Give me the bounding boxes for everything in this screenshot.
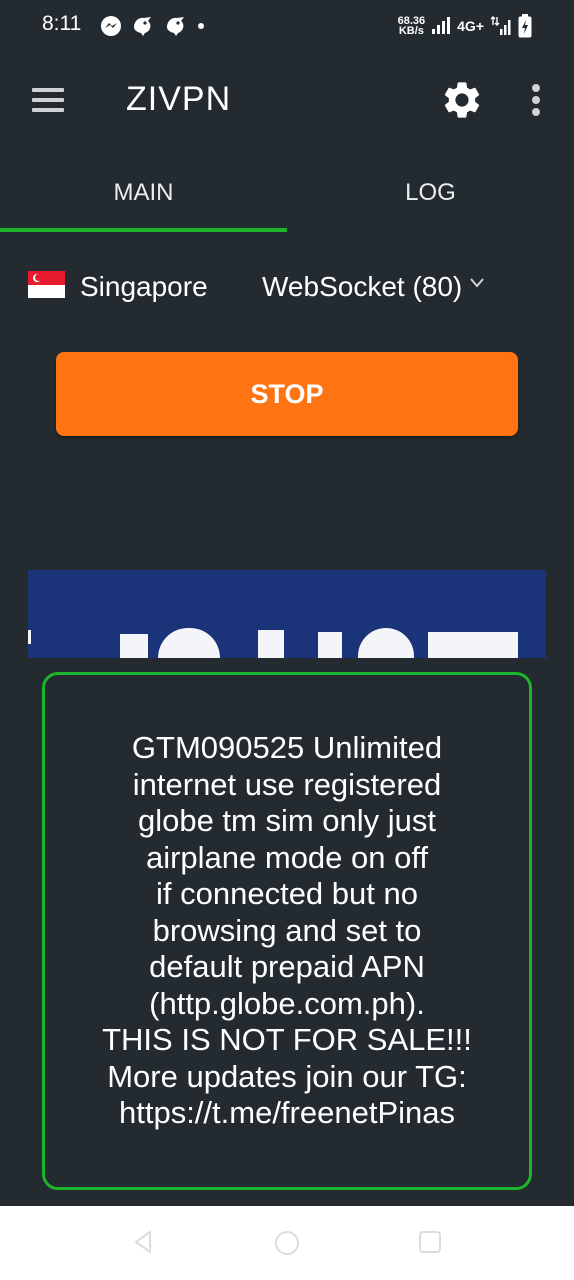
signal-icon (432, 17, 451, 34)
notification-icons (100, 13, 205, 39)
app-screen: 8:11 68.36 KB/s 4G+ ZIVPN MAIN LOG Singa… (0, 0, 574, 1280)
status-time: 8:11 (42, 12, 82, 35)
network-speed-unit: KB/s (398, 25, 424, 37)
tab-log[interactable]: LOG (287, 152, 574, 232)
singapore-flag-icon[interactable] (28, 271, 65, 298)
home-icon[interactable] (274, 1230, 300, 1256)
protocol-select[interactable]: WebSocket (80) (262, 271, 462, 303)
more-vert-icon[interactable] (520, 80, 552, 120)
network-type: 4G+ (457, 18, 484, 34)
dot-icon (198, 23, 204, 29)
gear-icon[interactable] (440, 78, 484, 122)
network-speed: 68.36 KB/s (398, 16, 426, 37)
server-country-select[interactable]: Singapore (80, 271, 208, 303)
system-icons: 68.36 KB/s 4G+ (398, 12, 532, 40)
messenger-icon (101, 16, 121, 36)
stop-button[interactable]: STOP (56, 352, 518, 436)
navigation-bar (0, 1206, 574, 1280)
status-bar: 8:11 68.36 KB/s 4G+ (0, 0, 574, 52)
app-title: ZIVPN (126, 80, 232, 118)
recents-icon[interactable] (418, 1230, 442, 1254)
app-bar: ZIVPN (0, 52, 574, 152)
chevron-down-icon (470, 278, 484, 288)
hamburger-menu-icon[interactable] (26, 82, 70, 118)
server-row: Singapore WebSocket (80) (0, 258, 574, 318)
tab-main[interactable]: MAIN (0, 152, 287, 232)
bird-icon (134, 17, 151, 36)
tab-indicator (0, 228, 287, 232)
message-box: GTM090525 Unlimited internet use registe… (42, 672, 532, 1190)
ad-banner[interactable] (28, 570, 546, 658)
bird-icon (167, 17, 184, 36)
battery-charging-icon (518, 14, 532, 38)
tab-bar: MAIN LOG (0, 152, 574, 232)
back-icon[interactable] (132, 1230, 154, 1254)
message-text: GTM090525 Unlimited internet use registe… (102, 730, 472, 1131)
signal-icon (490, 16, 511, 35)
